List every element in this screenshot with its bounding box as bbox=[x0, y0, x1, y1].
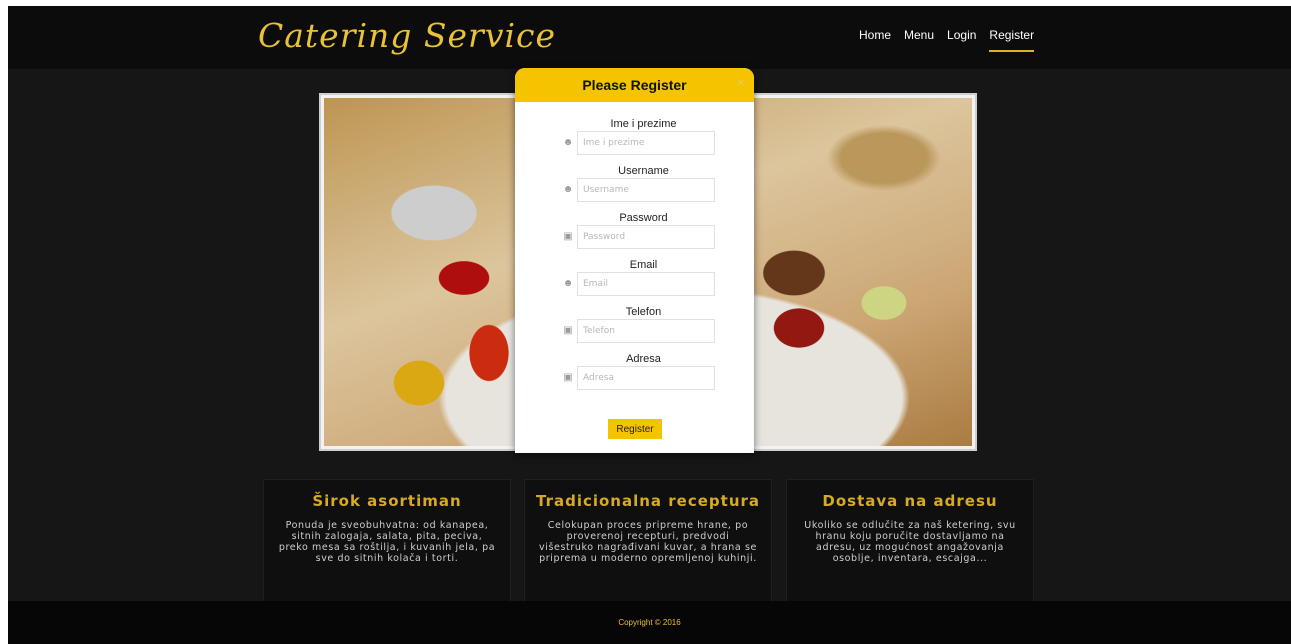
feature-card-delivery: Dostava na adresu Ukoliko se odlučite za… bbox=[786, 479, 1034, 607]
field-phone: Telefon ▣ bbox=[515, 306, 754, 343]
address-input[interactable] bbox=[577, 366, 715, 390]
card-title: Širok asortiman bbox=[312, 492, 462, 510]
nav-login[interactable]: Login bbox=[947, 28, 976, 52]
nav-home[interactable]: Home bbox=[859, 28, 891, 52]
site-logo[interactable]: Catering Service bbox=[258, 16, 556, 55]
nav-register[interactable]: Register bbox=[989, 28, 1035, 52]
field-label: Username bbox=[618, 165, 669, 177]
feature-card-recipe: Tradicionalna receptura Celokupan proces… bbox=[524, 479, 772, 607]
close-icon[interactable]: × bbox=[738, 77, 744, 89]
top-navbar: Catering Service Home Menu Login Registe… bbox=[8, 6, 1291, 69]
card-text: Ukoliko se odlučite za naš ketering, svu… bbox=[804, 520, 1016, 564]
field-password: Password ▣ bbox=[515, 212, 754, 249]
field-username: Username ☻ bbox=[515, 165, 754, 202]
modal-header: Please Register × bbox=[515, 68, 754, 102]
lock-icon: ▣ bbox=[563, 231, 573, 242]
field-label: Adresa bbox=[626, 353, 661, 365]
footer: Copyright © 2016 bbox=[8, 601, 1291, 644]
card-title: Tradicionalna receptura bbox=[535, 492, 761, 510]
fullname-input[interactable] bbox=[577, 131, 715, 155]
user-icon: ☻ bbox=[562, 184, 574, 195]
card-text: Celokupan proces pripreme hrane, po prov… bbox=[539, 520, 757, 564]
modal-title: Please Register bbox=[582, 77, 687, 93]
register-button[interactable]: Register bbox=[608, 419, 662, 439]
lock-icon: ▣ bbox=[563, 325, 573, 336]
user-icon: ☻ bbox=[562, 278, 574, 289]
card-title: Dostava na adresu bbox=[822, 492, 998, 510]
phone-input[interactable] bbox=[577, 319, 715, 343]
main-nav: Home Menu Login Register bbox=[859, 28, 1047, 52]
feature-card-assortment: Širok asortiman Ponuda je sveobuhvatna: … bbox=[263, 479, 511, 607]
email-input[interactable] bbox=[577, 272, 715, 296]
nav-menu[interactable]: Menu bbox=[904, 28, 934, 52]
username-input[interactable] bbox=[577, 178, 715, 202]
field-label: Ime i prezime bbox=[610, 118, 677, 130]
lock-icon: ▣ bbox=[563, 372, 573, 383]
field-address: Adresa ▣ bbox=[515, 353, 754, 390]
field-email: Email ☻ bbox=[515, 259, 754, 296]
field-label: Password bbox=[619, 212, 668, 224]
page-frame: Catering Service Home Menu Login Registe… bbox=[8, 6, 1291, 644]
copyright-text: Copyright © 2016 bbox=[618, 618, 681, 627]
field-label: Telefon bbox=[625, 306, 662, 318]
register-modal: Please Register × Ime i prezime ☻ Userna… bbox=[515, 68, 754, 453]
password-input[interactable] bbox=[577, 225, 715, 249]
field-label: Email bbox=[629, 259, 658, 271]
field-fullname: Ime i prezime ☻ bbox=[515, 118, 754, 155]
card-text: Ponuda je sveobuhvatna: od kanapea, sitn… bbox=[278, 520, 496, 564]
user-icon: ☻ bbox=[562, 137, 574, 148]
